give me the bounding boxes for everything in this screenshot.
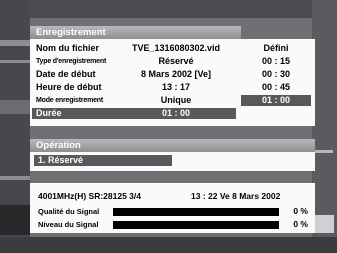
recording-mode-value: Unique bbox=[160, 95, 192, 105]
signal-quality-label: Qualité du Signal bbox=[38, 207, 100, 216]
signal-level-label: Niveau du Signal bbox=[38, 220, 99, 229]
start-time-label: Heure de début bbox=[36, 82, 102, 92]
start-date-label: Date de début bbox=[36, 69, 96, 79]
frequency-info: 4001MHz(H) SR:28125 3/4 bbox=[38, 191, 141, 201]
bg-shadow bbox=[0, 205, 30, 235]
bg-highlight bbox=[315, 150, 333, 153]
duration-option-60[interactable]: 01 : 00 bbox=[241, 95, 311, 106]
start-time-value: 13 : 17 bbox=[161, 82, 191, 92]
start-time-row[interactable]: Heure de début 13 : 17 bbox=[30, 82, 241, 93]
duration-label: Durée bbox=[36, 108, 62, 118]
filename-label: Nom du fichier bbox=[36, 43, 100, 53]
bg-highlight bbox=[312, 215, 334, 233]
duration-row[interactable]: Durée 01 : 00 bbox=[32, 108, 236, 119]
signal-level-percent: 0 % bbox=[293, 219, 308, 229]
start-date-row[interactable]: Date de début 8 Mars 2002 [Ve] bbox=[30, 69, 241, 80]
operation-item-reserved[interactable]: 1. Réservé bbox=[34, 155, 172, 166]
operation-panel-title: Opération bbox=[30, 139, 315, 152]
bg-top-band bbox=[0, 0, 337, 18]
recording-mode-label: Mode enregistrement bbox=[36, 97, 103, 104]
start-date-value: 8 Mars 2002 [Ve] bbox=[140, 69, 212, 79]
duration-option-45[interactable]: 00 : 45 bbox=[241, 82, 311, 93]
recording-type-row[interactable]: Type d'enregistrement Réservé bbox=[30, 56, 241, 67]
duration-option-defined[interactable]: Défini bbox=[241, 43, 311, 54]
signal-quality-bar bbox=[113, 208, 279, 216]
recording-type-label: Type d'enregistrement bbox=[36, 58, 107, 65]
duration-value: 01 : 00 bbox=[161, 108, 191, 118]
filename-value: TVE_1316080302.vid bbox=[131, 43, 221, 53]
bg-bottom-band bbox=[0, 237, 337, 253]
signal-level-bar bbox=[113, 221, 279, 229]
bg-stripe bbox=[0, 100, 30, 114]
signal-quality-percent: 0 % bbox=[293, 206, 308, 216]
duration-option-30[interactable]: 00 : 30 bbox=[241, 69, 311, 80]
recording-mode-row[interactable]: Mode enregistrement Unique bbox=[30, 95, 241, 106]
current-datetime: 13 : 22 Ve 8 Mars 2002 bbox=[191, 191, 281, 201]
filename-row[interactable]: Nom du fichier TVE_1316080302.vid bbox=[30, 43, 241, 54]
bg-stripe bbox=[0, 176, 30, 180]
recording-type-value: Réservé bbox=[158, 56, 194, 66]
recording-panel-title: Enregistrement bbox=[30, 26, 241, 39]
bg-stripe bbox=[0, 60, 30, 63]
bg-stripe bbox=[0, 40, 30, 46]
duration-option-15[interactable]: 00 : 15 bbox=[241, 56, 311, 67]
